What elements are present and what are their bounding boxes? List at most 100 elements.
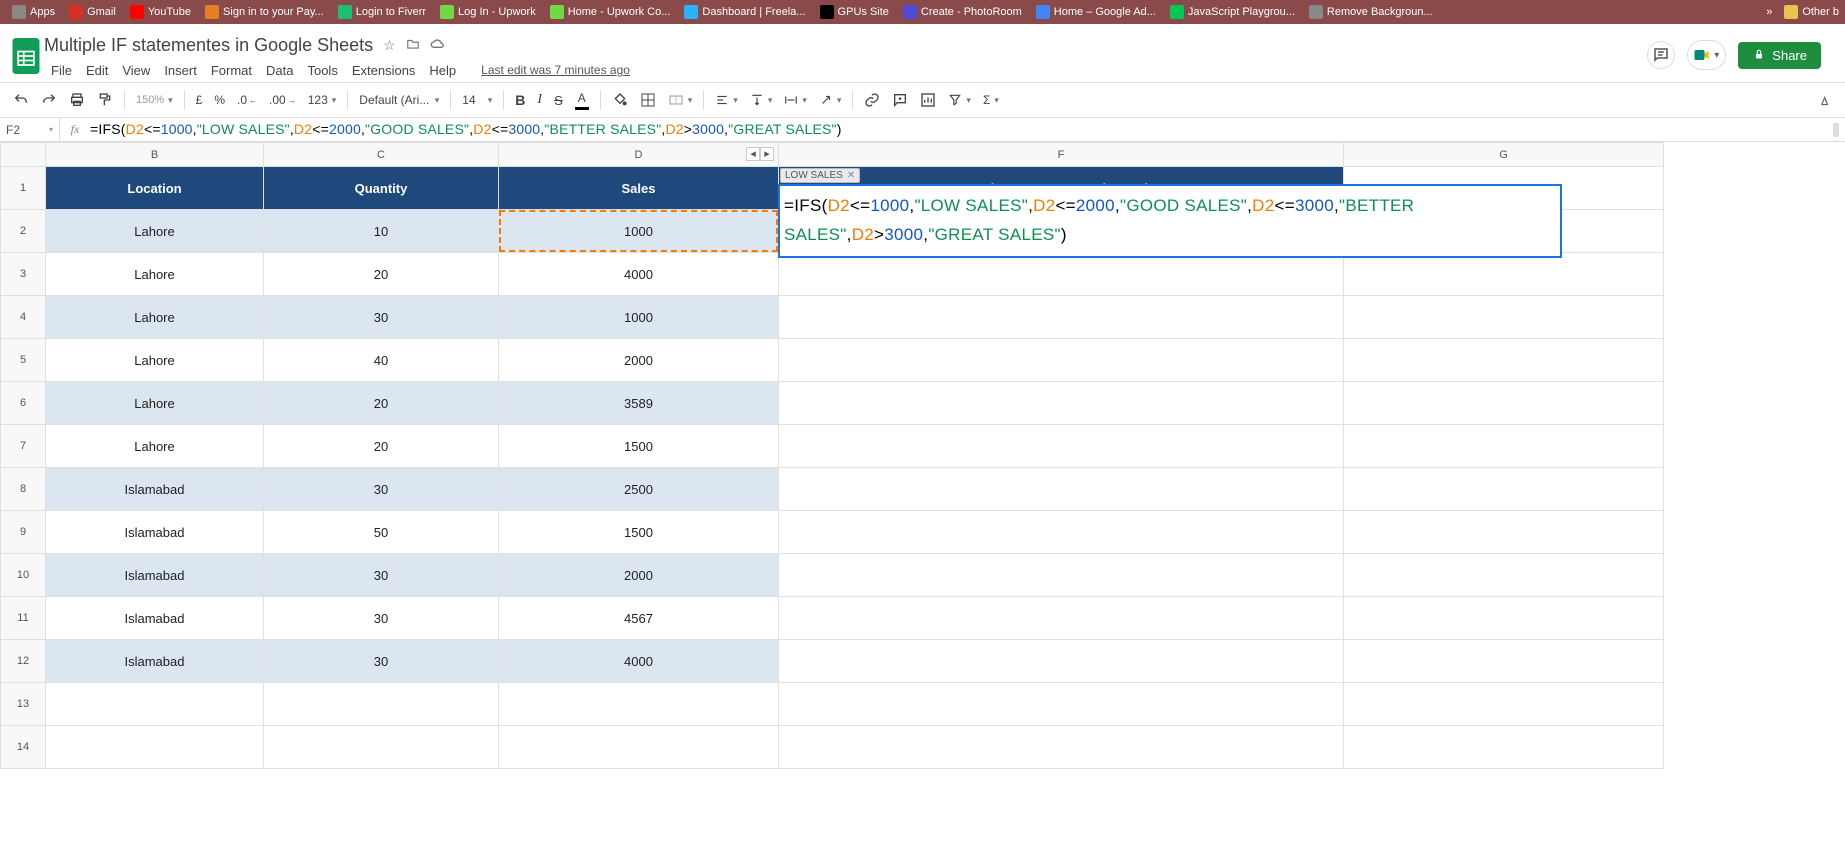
cell-location[interactable]: Islamabad	[46, 640, 264, 683]
cell-quantity[interactable]: 30	[264, 468, 499, 511]
row-header[interactable]: 11	[1, 597, 46, 640]
menu-extensions[interactable]: Extensions	[345, 60, 423, 81]
cell-location[interactable]: Lahore	[46, 296, 264, 339]
menu-file[interactable]: File	[44, 60, 79, 81]
filter-button[interactable]: ▾	[943, 89, 976, 111]
cell[interactable]	[1344, 253, 1664, 296]
cell-sales[interactable]: 4000	[499, 253, 779, 296]
cell-sales[interactable]: 1500	[499, 511, 779, 554]
merge-button[interactable]: ▾	[663, 88, 698, 112]
wrap-button[interactable]: ▾	[779, 89, 812, 111]
cell[interactable]	[779, 640, 1344, 683]
cell-quantity[interactable]: 30	[264, 640, 499, 683]
formula-bar[interactable]: =IFS(D2<=1000,"LOW SALES",D2<=2000,"GOOD…	[90, 121, 1833, 138]
meet-button[interactable]: ▾	[1687, 40, 1726, 70]
cell-quantity[interactable]: 20	[264, 253, 499, 296]
formula-bar-resize[interactable]	[1833, 123, 1839, 137]
cell-quantity[interactable]: 20	[264, 425, 499, 468]
paint-format-button[interactable]	[92, 88, 118, 112]
number-format-select[interactable]: 123▾	[303, 89, 342, 111]
bookmark-item[interactable]: JavaScript Playgrou...	[1164, 5, 1301, 19]
bookmark-item[interactable]: Remove Backgroun...	[1303, 5, 1439, 19]
cell-sales[interactable]: 4000	[499, 640, 779, 683]
row-header[interactable]: 5	[1, 339, 46, 382]
cell[interactable]	[779, 597, 1344, 640]
cell[interactable]	[1344, 683, 1664, 726]
comment-button[interactable]	[887, 88, 913, 112]
cell-quantity[interactable]: 40	[264, 339, 499, 382]
rotate-button[interactable]: ▾	[814, 89, 847, 111]
cell[interactable]	[264, 726, 499, 769]
cell-sales[interactable]: 1000	[499, 296, 779, 339]
font-size-select[interactable]: 14▾	[457, 89, 497, 111]
strike-button[interactable]: S	[549, 89, 568, 112]
scroll-right-icon[interactable]: ▸	[760, 147, 774, 161]
select-all-corner[interactable]	[1, 143, 46, 167]
cell-sales[interactable]: 1000	[499, 210, 779, 253]
bookmark-item[interactable]: Create - PhotoRoom	[897, 5, 1028, 19]
cell-sales[interactable]: 1500	[499, 425, 779, 468]
decrease-decimal-button[interactable]: .0←	[232, 89, 262, 111]
bookmark-item[interactable]: GPUs Site	[814, 5, 895, 19]
star-icon[interactable]: ☆	[383, 37, 396, 54]
menu-data[interactable]: Data	[259, 60, 300, 81]
bookmark-item[interactable]: Log In - Upwork	[434, 5, 542, 19]
cell[interactable]	[1344, 726, 1664, 769]
cell[interactable]	[1344, 296, 1664, 339]
cell-quantity[interactable]: 20	[264, 382, 499, 425]
column-header-b[interactable]: B	[46, 143, 264, 167]
toolbar-collapse[interactable]: ㅿ	[1812, 84, 1837, 116]
cell-location[interactable]: Islamabad	[46, 597, 264, 640]
column-header-c[interactable]: C	[264, 143, 499, 167]
cell[interactable]	[779, 382, 1344, 425]
row-header[interactable]: 8	[1, 468, 46, 511]
cell-sales[interactable]: 2500	[499, 468, 779, 511]
borders-button[interactable]	[635, 88, 661, 112]
cell[interactable]	[1344, 511, 1664, 554]
cloud-icon[interactable]	[430, 37, 446, 54]
cell[interactable]	[1344, 640, 1664, 683]
cell[interactable]	[779, 425, 1344, 468]
cell-quantity[interactable]: 30	[264, 554, 499, 597]
row-header[interactable]: 9	[1, 511, 46, 554]
table-header-quantity[interactable]: Quantity	[264, 167, 499, 210]
cell-location[interactable]: Lahore	[46, 253, 264, 296]
bookmark-item[interactable]: Sign in to your Pay...	[199, 5, 330, 19]
bookmark-item[interactable]: Login to Fiverr	[332, 5, 432, 19]
cell[interactable]	[46, 726, 264, 769]
cell-sales[interactable]: 2000	[499, 339, 779, 382]
row-header[interactable]: 12	[1, 640, 46, 683]
table-header-sales[interactable]: Sales	[499, 167, 779, 210]
cell[interactable]	[1344, 425, 1664, 468]
column-header-g[interactable]: G	[1344, 143, 1664, 167]
bookmark-item[interactable]: Dashboard | Freela...	[678, 5, 811, 19]
row-header-1[interactable]: 1	[1, 167, 46, 210]
cell[interactable]	[1344, 382, 1664, 425]
bookmark-item[interactable]: Home – Google Ad...	[1030, 5, 1162, 19]
bookmark-item[interactable]: YouTube	[124, 5, 197, 19]
cell-quantity[interactable]: 30	[264, 296, 499, 339]
text-color-button[interactable]: A	[570, 87, 594, 114]
cell-quantity[interactable]: 50	[264, 511, 499, 554]
row-header[interactable]: 10	[1, 554, 46, 597]
row-header[interactable]: 7	[1, 425, 46, 468]
cell[interactable]	[779, 511, 1344, 554]
percent-button[interactable]: %	[209, 89, 230, 111]
cell-sales[interactable]: 3589	[499, 382, 779, 425]
cell-sales[interactable]: 2000	[499, 554, 779, 597]
comments-button[interactable]	[1647, 41, 1675, 69]
menu-insert[interactable]: Insert	[157, 60, 204, 81]
halign-button[interactable]: ▾	[710, 89, 743, 111]
cell-editor[interactable]: =IFS(D2<=1000,"LOW SALES",D2<=2000,"GOOD…	[778, 184, 1562, 258]
cell-location[interactable]: Lahore	[46, 382, 264, 425]
cell-quantity[interactable]: 10	[264, 210, 499, 253]
doc-title[interactable]: Multiple IF statementes in Google Sheets	[44, 35, 373, 56]
cell-location[interactable]: Islamabad	[46, 511, 264, 554]
functions-button[interactable]: Σ▾	[978, 89, 1004, 111]
column-header-f[interactable]: F	[779, 143, 1344, 167]
cell[interactable]	[779, 253, 1344, 296]
name-box[interactable]: F2▾	[0, 118, 60, 141]
increase-decimal-button[interactable]: .00→	[264, 89, 301, 111]
cell[interactable]	[499, 726, 779, 769]
fill-color-button[interactable]	[607, 88, 633, 112]
